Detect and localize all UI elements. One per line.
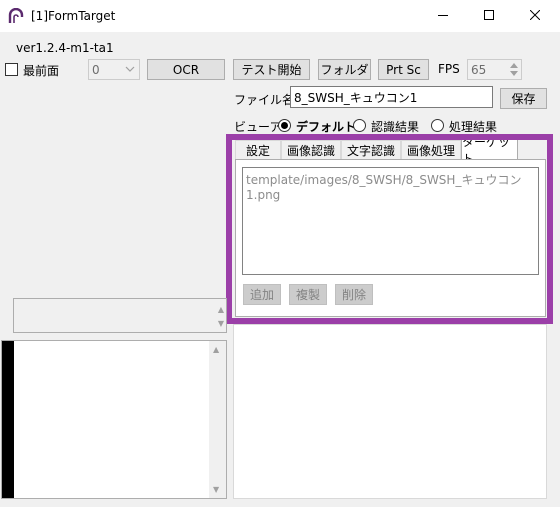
fps-value: 65 — [471, 62, 487, 77]
chevron-down-icon — [125, 63, 135, 77]
viewer-default-radio[interactable] — [278, 119, 291, 132]
app-arch-icon — [8, 7, 24, 24]
save-button[interactable]: 保存 — [500, 88, 547, 109]
close-button[interactable] — [512, 0, 558, 32]
viewer-processed-radio[interactable] — [431, 119, 444, 132]
scroll-up-icon[interactable]: ▲ — [218, 305, 224, 315]
index-select[interactable]: 0 — [88, 59, 140, 80]
viewer-recognition-label: 認識結果 — [371, 120, 420, 134]
ocr-button[interactable]: OCR — [147, 59, 225, 80]
folder-button[interactable]: フォルダ — [318, 59, 371, 80]
highlight-box — [226, 134, 553, 324]
index-select-value: 0 — [92, 62, 100, 77]
window-title: [1]FormTarget — [31, 9, 116, 23]
log-text-area[interactable]: ▲ ▼ — [1, 340, 227, 499]
fps-spinner[interactable]: 65 — [467, 59, 522, 80]
radio-selected-dot — [281, 122, 288, 129]
close-icon — [529, 9, 541, 23]
minimize-button[interactable] — [420, 0, 466, 32]
filename-input[interactable]: 8_SWSH_キュウコン1 — [290, 86, 493, 108]
fps-label: FPS — [438, 62, 460, 76]
topmost-label: 最前面 — [23, 64, 60, 78]
minimize-icon — [438, 9, 448, 23]
topmost-checkbox[interactable] — [5, 63, 18, 76]
prtsc-button[interactable]: Prt Sc — [378, 59, 429, 80]
viewer-recognition-radio[interactable] — [353, 119, 366, 132]
status-text-area: ▲ ▼ — [13, 298, 227, 333]
maximize-icon — [484, 9, 494, 23]
scroll-up-icon[interactable]: ▲ — [213, 345, 219, 355]
viewer-default-label: デフォルト — [296, 120, 357, 134]
log-scrollbar[interactable]: ▲ ▼ — [209, 341, 226, 498]
scroll-down-icon[interactable]: ▼ — [213, 485, 219, 495]
log-left-bar — [2, 341, 14, 498]
image-preview-area — [233, 324, 547, 499]
filename-label: ファイル名 — [234, 93, 295, 107]
scroll-down-icon[interactable]: ▼ — [218, 319, 224, 329]
maximize-button[interactable] — [466, 0, 512, 32]
spinner-arrows-icon[interactable] — [509, 61, 519, 81]
viewer-label: ビューア — [234, 120, 282, 134]
version-label: ver1.2.4-m1-ta1 — [16, 41, 114, 55]
test-start-button[interactable]: テスト開始 — [233, 59, 310, 80]
